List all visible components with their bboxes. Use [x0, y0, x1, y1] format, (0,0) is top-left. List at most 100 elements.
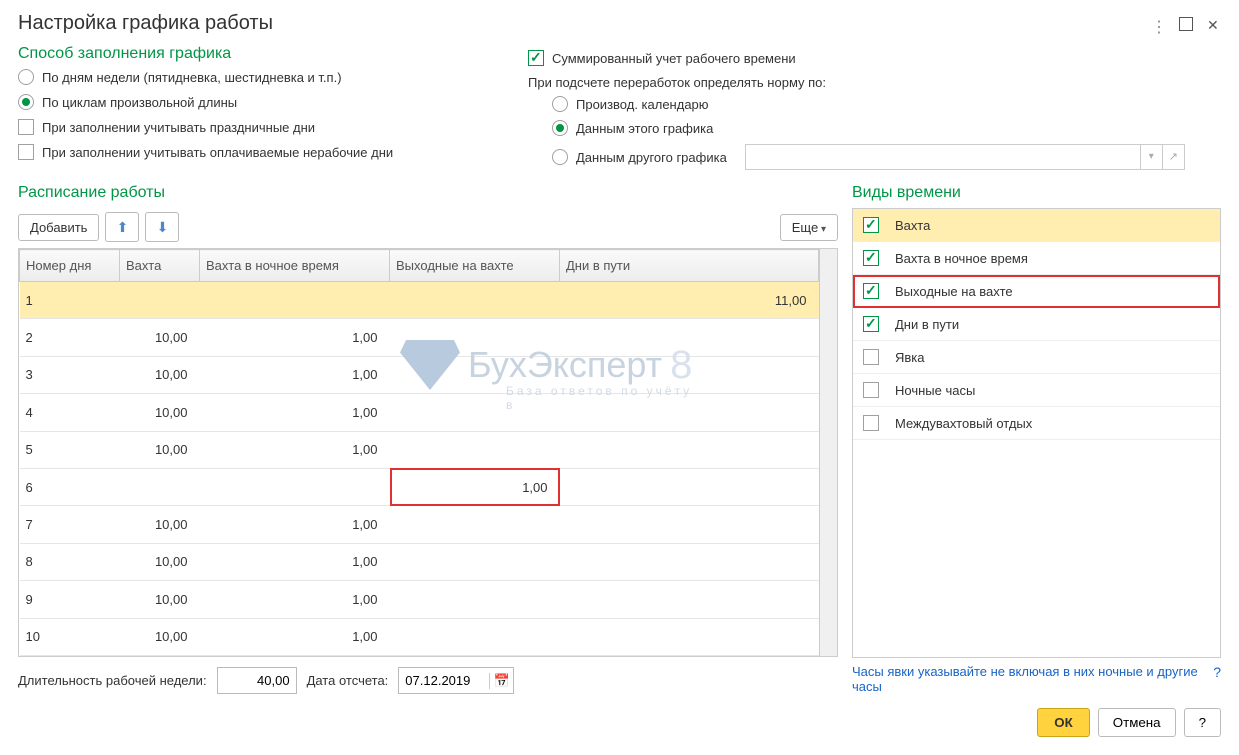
col-day-number[interactable]: Номер дня: [20, 250, 120, 282]
close-icon[interactable]: [1207, 17, 1221, 31]
table-cell[interactable]: 1,00: [200, 506, 390, 543]
time-type-checkbox[interactable]: [863, 316, 879, 332]
time-type-row[interactable]: Выходные на вахте: [853, 275, 1220, 308]
table-cell[interactable]: 1,00: [200, 618, 390, 655]
table-cell[interactable]: [560, 319, 819, 356]
time-types-list[interactable]: ВахтаВахта в ночное времяВыходные на вах…: [852, 208, 1221, 658]
cancel-button[interactable]: Отмена: [1098, 708, 1176, 737]
table-row[interactable]: 310,001,00: [20, 356, 819, 393]
table-cell[interactable]: 1: [20, 282, 120, 319]
table-cell[interactable]: 1,00: [390, 468, 560, 505]
calendar-icon[interactable]: 📅: [489, 673, 513, 689]
table-row[interactable]: 710,001,00: [20, 506, 819, 543]
table-cell[interactable]: [390, 431, 560, 468]
table-cell[interactable]: 2: [20, 319, 120, 356]
move-up-button[interactable]: ⬆: [105, 212, 139, 242]
radio-norm-other-schedule[interactable]: [552, 149, 568, 165]
open-external-icon[interactable]: ↗: [1162, 145, 1184, 169]
table-cell[interactable]: [390, 394, 560, 431]
checkbox-summarized-time[interactable]: [528, 50, 544, 66]
table-cell[interactable]: 10,00: [120, 319, 200, 356]
radio-norm-prodcal[interactable]: [552, 96, 568, 112]
scrollbar[interactable]: [819, 249, 837, 656]
time-type-row[interactable]: Ночные часы: [853, 374, 1220, 407]
table-row[interactable]: 111,00: [20, 282, 819, 319]
table-cell[interactable]: [560, 431, 819, 468]
table-cell[interactable]: [120, 468, 200, 505]
table-cell[interactable]: 10,00: [120, 618, 200, 655]
table-cell[interactable]: 1,00: [200, 431, 390, 468]
time-type-checkbox[interactable]: [863, 250, 879, 266]
table-cell[interactable]: 11,00: [560, 282, 819, 319]
time-type-row[interactable]: Явка: [853, 341, 1220, 374]
table-cell[interactable]: [560, 394, 819, 431]
table-cell[interactable]: [200, 282, 390, 319]
week-length-input[interactable]: [217, 667, 297, 694]
time-type-checkbox[interactable]: [863, 283, 879, 299]
other-schedule-input[interactable]: ▾ ↗: [745, 144, 1185, 170]
table-cell[interactable]: 6: [20, 468, 120, 505]
table-cell[interactable]: [390, 282, 560, 319]
table-row[interactable]: 510,001,00: [20, 431, 819, 468]
time-type-row[interactable]: Дни в пути: [853, 308, 1220, 341]
table-cell[interactable]: [560, 356, 819, 393]
table-cell[interactable]: [390, 506, 560, 543]
table-cell[interactable]: [390, 543, 560, 580]
table-cell[interactable]: 5: [20, 431, 120, 468]
date-from-field[interactable]: [399, 668, 489, 693]
table-cell[interactable]: [390, 356, 560, 393]
time-type-checkbox[interactable]: [863, 382, 879, 398]
table-cell[interactable]: [120, 282, 200, 319]
table-row[interactable]: 61,00: [20, 468, 819, 505]
table-cell[interactable]: [560, 581, 819, 618]
move-down-button[interactable]: ⬇: [145, 212, 179, 242]
col-travel[interactable]: Дни в пути: [560, 250, 819, 282]
checkbox-holidays[interactable]: [18, 119, 34, 135]
table-cell[interactable]: 10,00: [120, 356, 200, 393]
table-cell[interactable]: 4: [20, 394, 120, 431]
time-type-row[interactable]: Вахта в ночное время: [853, 242, 1220, 275]
table-cell[interactable]: [560, 506, 819, 543]
table-cell[interactable]: [200, 468, 390, 505]
table-cell[interactable]: 1,00: [200, 394, 390, 431]
col-shift[interactable]: Вахта: [120, 250, 200, 282]
table-cell[interactable]: 7: [20, 506, 120, 543]
maximize-icon[interactable]: [1179, 17, 1193, 31]
table-cell[interactable]: [560, 543, 819, 580]
time-type-checkbox[interactable]: [863, 415, 879, 431]
date-from-input[interactable]: 📅: [398, 667, 514, 694]
table-cell[interactable]: 10,00: [120, 543, 200, 580]
table-cell[interactable]: [390, 319, 560, 356]
table-cell[interactable]: 3: [20, 356, 120, 393]
checkbox-paid-nonwork[interactable]: [18, 144, 34, 160]
dropdown-icon[interactable]: ▾: [1140, 145, 1162, 169]
table-cell[interactable]: 1,00: [200, 581, 390, 618]
time-type-checkbox[interactable]: [863, 349, 879, 365]
table-row[interactable]: 810,001,00: [20, 543, 819, 580]
table-row[interactable]: 410,001,00: [20, 394, 819, 431]
table-cell[interactable]: [560, 618, 819, 655]
col-night[interactable]: Вахта в ночное время: [200, 250, 390, 282]
radio-by-weekdays[interactable]: [18, 69, 34, 85]
ok-button[interactable]: ОК: [1037, 708, 1090, 737]
kebab-menu-icon[interactable]: [1151, 17, 1165, 31]
hint-help-icon[interactable]: ?: [1213, 664, 1221, 694]
add-button[interactable]: Добавить: [18, 214, 99, 241]
table-row[interactable]: 1010,001,00: [20, 618, 819, 655]
table-cell[interactable]: 1,00: [200, 543, 390, 580]
table-cell[interactable]: 1,00: [200, 356, 390, 393]
more-button[interactable]: Еще: [780, 214, 838, 241]
radio-by-cycles[interactable]: [18, 94, 34, 110]
table-row[interactable]: 910,001,00: [20, 581, 819, 618]
table-cell[interactable]: [390, 618, 560, 655]
time-type-row[interactable]: Вахта: [853, 209, 1220, 242]
table-cell[interactable]: 8: [20, 543, 120, 580]
radio-norm-this-schedule[interactable]: [552, 120, 568, 136]
help-button[interactable]: ?: [1184, 708, 1221, 737]
col-dayoff[interactable]: Выходные на вахте: [390, 250, 560, 282]
table-cell[interactable]: [560, 468, 819, 505]
table-row[interactable]: 210,001,00: [20, 319, 819, 356]
table-cell[interactable]: 10,00: [120, 394, 200, 431]
schedule-table[interactable]: Номер дня Вахта Вахта в ночное время Вых…: [18, 248, 838, 657]
table-cell[interactable]: 10: [20, 618, 120, 655]
